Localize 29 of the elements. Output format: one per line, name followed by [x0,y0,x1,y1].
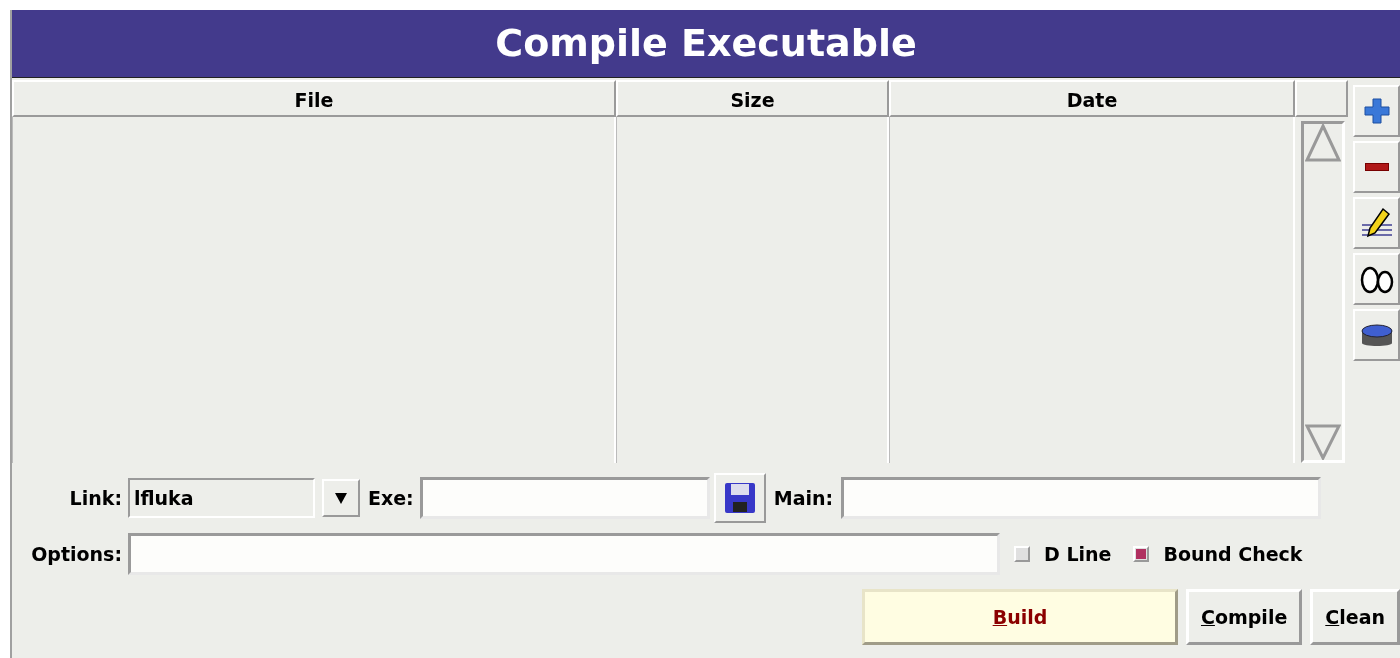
exe-field[interactable] [419,477,710,519]
checkbox[interactable] [1133,546,1150,562]
field-label: Options: [30,541,122,567]
link-combo[interactable]: lfluka [128,478,315,518]
action-button[interactable]: Build [861,589,1178,645]
field-label: Link: [68,485,122,511]
column-header[interactable]: Size [616,80,889,117]
checkbox-label: D Line [1044,541,1112,567]
field-label: Main: [773,485,834,511]
dropdown-button[interactable] [322,479,360,517]
options-field[interactable] [128,533,1000,575]
action-button[interactable]: Compile [1185,589,1303,645]
main-field[interactable] [841,477,1322,519]
database-button[interactable] [1353,309,1400,361]
save-button[interactable] [713,473,766,523]
caret-icon [334,491,348,505]
checkbox-label: Bound Check [1163,541,1303,567]
edit-button[interactable] [1353,197,1400,249]
column-header [1295,80,1348,117]
checkbox[interactable] [1014,546,1030,562]
minus-icon [1364,163,1389,171]
view-button[interactable] [1353,253,1400,305]
column-header[interactable]: File [12,80,616,117]
add-button[interactable] [1353,85,1400,137]
remove-button[interactable] [1353,141,1400,193]
field-label: Exe: [368,485,414,511]
action-button[interactable]: Clean [1310,589,1400,645]
window-title: Compile Executable [12,10,1400,78]
column-header[interactable]: Date [889,80,1295,117]
